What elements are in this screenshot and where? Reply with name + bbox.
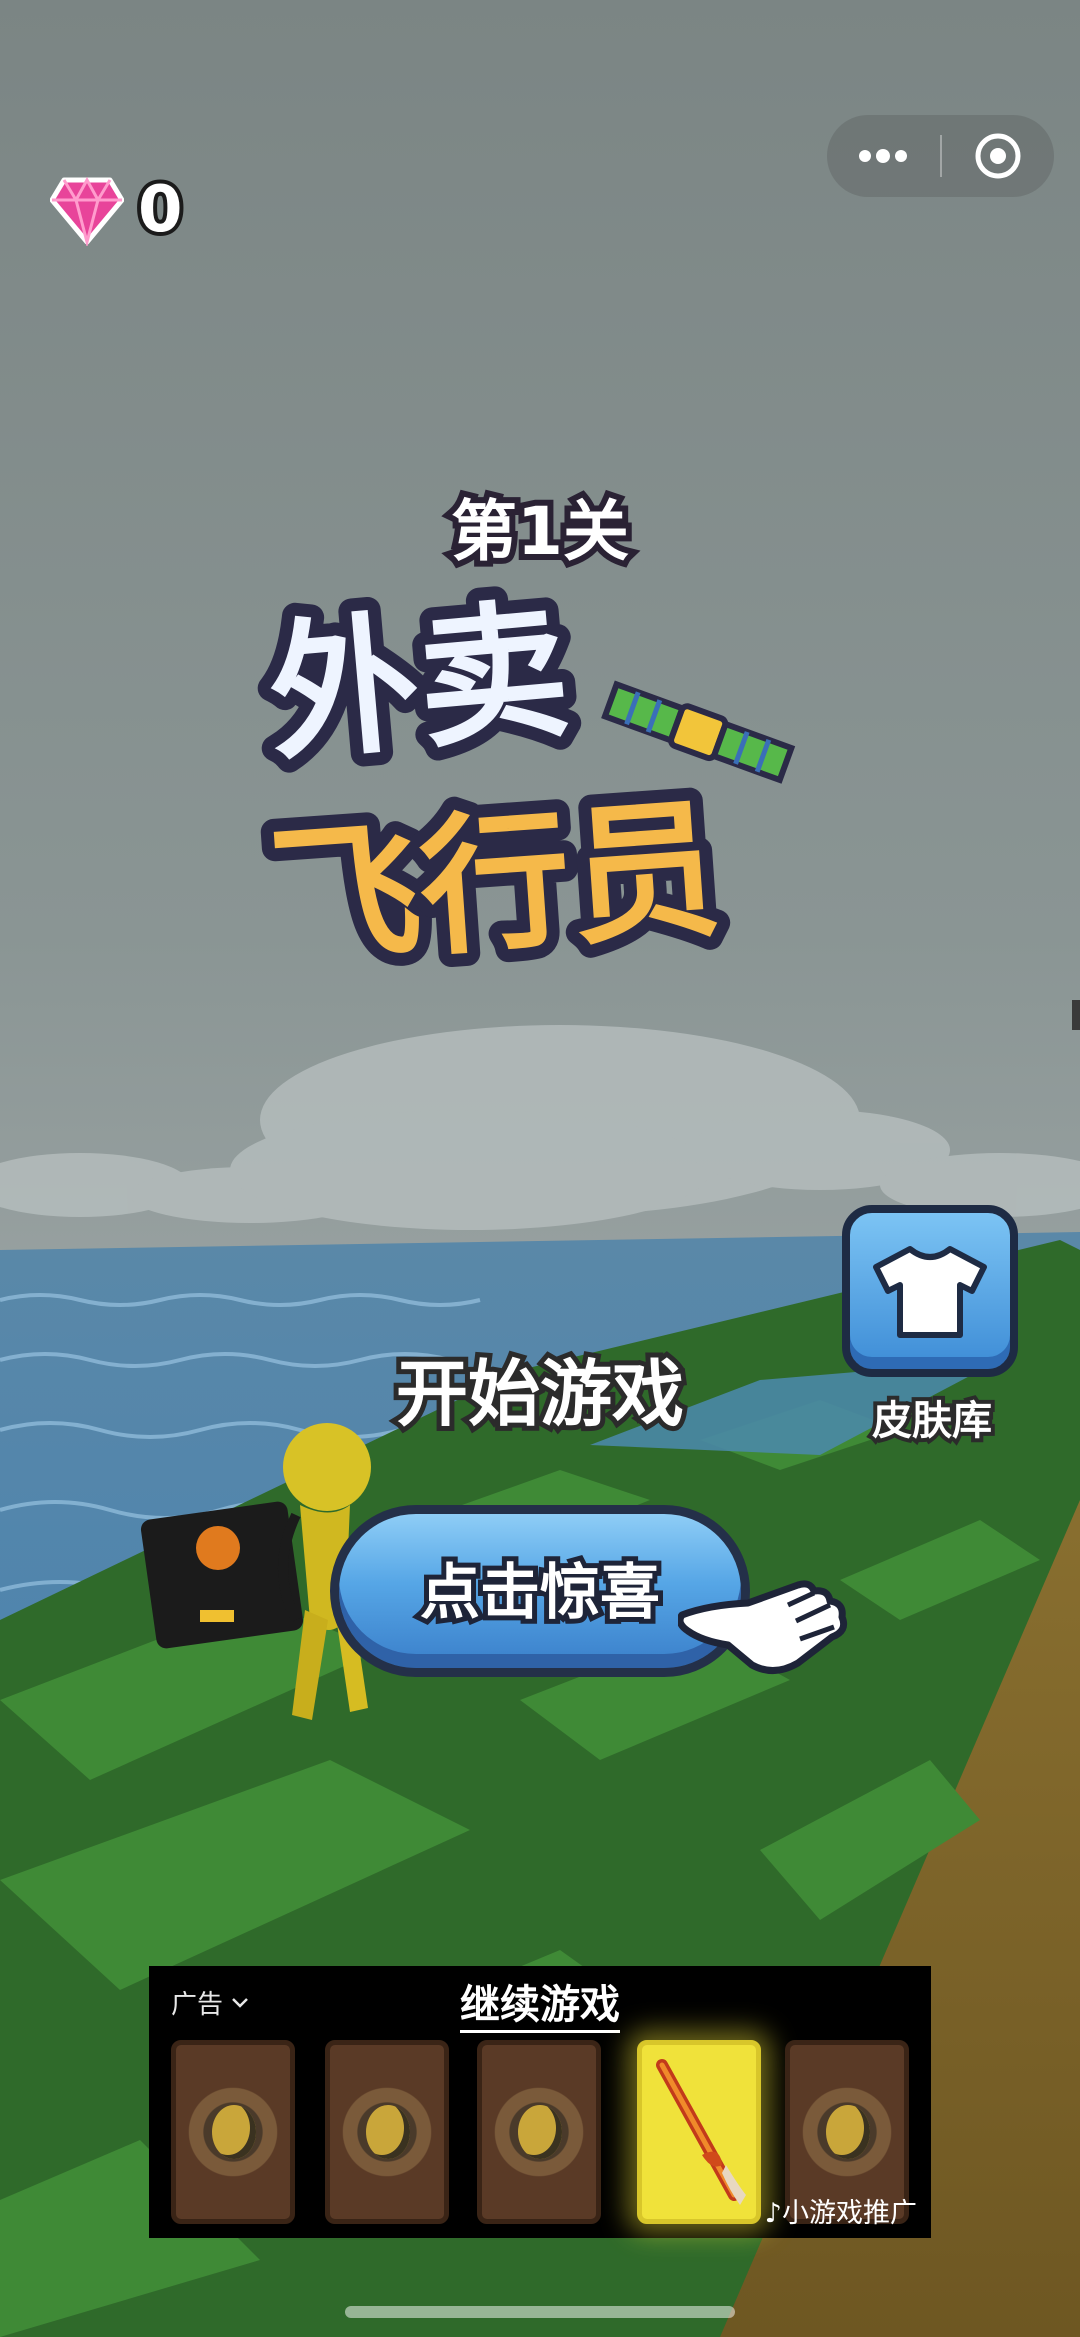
ad-banner[interactable]: 广告 继续游戏 ♪小游戏推广: [149, 1966, 931, 2238]
logo-line1: 外卖: [262, 583, 576, 782]
level-label: 第1关: [445, 487, 635, 576]
game-logo: 外卖 飞行员: [250, 580, 796, 1000]
ad-brand-label: 小游戏推广: [782, 2198, 917, 2229]
close-miniprogram-button[interactable]: [942, 115, 1055, 197]
gem-icon: [50, 176, 124, 246]
distant-post: [1072, 1000, 1080, 1030]
satellite-icon: [601, 680, 796, 784]
clouds: [0, 1025, 1080, 1230]
ad-title: 继续游戏: [149, 1972, 931, 2033]
home-indicator[interactable]: [345, 2306, 735, 2318]
more-button[interactable]: [827, 115, 940, 197]
pointing-hand-icon: [678, 1580, 848, 1674]
ad-title-text: 继续游戏: [460, 1982, 620, 2033]
shirt-icon: [873, 1246, 987, 1338]
game-screen: 0 第1关 外卖 飞行员 开始游戏 皮肤库 点击惊喜 广告 继续游戏 ♪小游戏推…: [0, 0, 1080, 2337]
ad-card[interactable]: [171, 2040, 295, 2224]
surprise-label: 点击惊喜: [415, 1553, 665, 1633]
ad-brand: ♪小游戏推广: [765, 2191, 917, 2230]
ad-card[interactable]: [325, 2040, 449, 2224]
flame-sword-icon: [656, 2059, 746, 2205]
menu-capsule: [827, 115, 1054, 197]
logo-line2: 飞行员: [265, 783, 726, 988]
skin-library-label: 皮肤库: [868, 1394, 996, 1448]
target-circle-icon: [975, 133, 1021, 179]
ad-card[interactable]: [477, 2040, 601, 2224]
skin-button-face: [842, 1205, 1018, 1377]
gem-count: 0: [134, 169, 186, 251]
gem-counter: 0: [50, 165, 250, 255]
music-note-icon: ♪: [764, 2198, 782, 2229]
skin-library-button[interactable]: [842, 1205, 1018, 1377]
more-dots-icon: [859, 149, 908, 163]
ad-card-revealed[interactable]: [637, 2040, 761, 2224]
